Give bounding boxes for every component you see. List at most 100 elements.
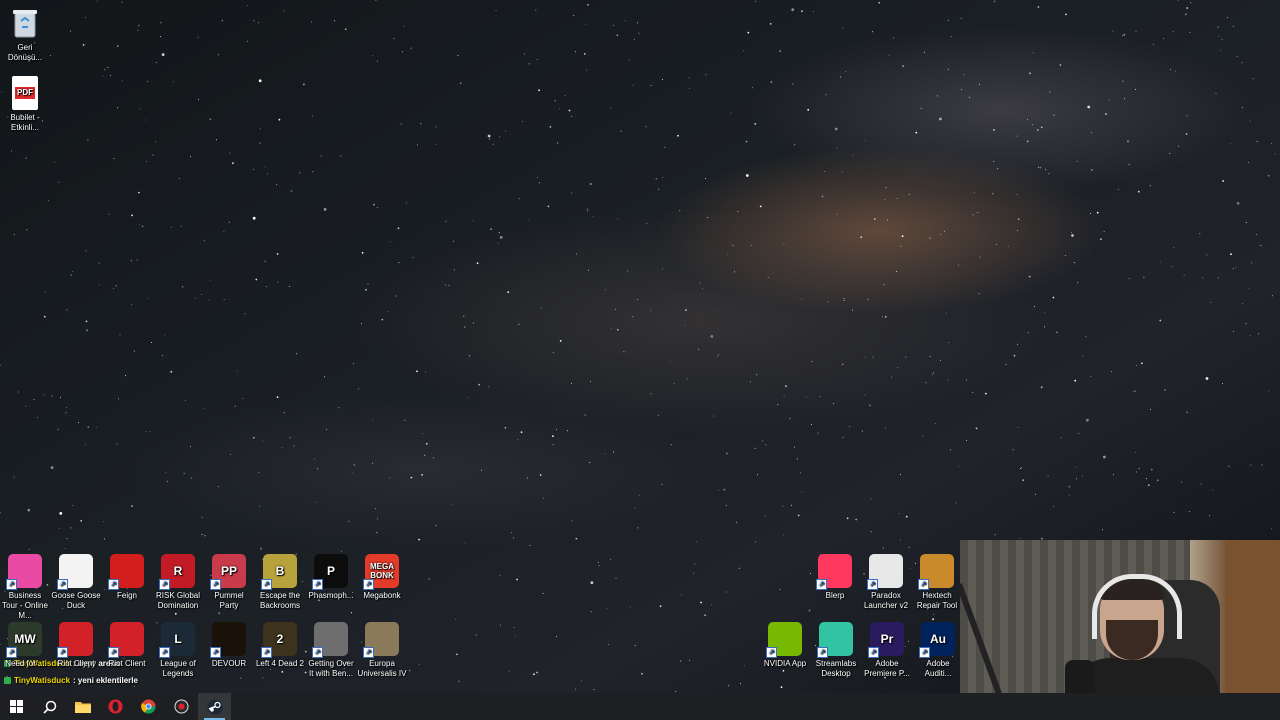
star [115,285,117,287]
desktop-icon-label: Getting Over It with Ben... [308,659,354,678]
star [629,606,631,608]
star [617,218,619,220]
star [901,235,904,238]
star [1013,354,1016,357]
star [404,419,406,421]
star [490,228,492,231]
star [403,25,405,27]
star [190,156,192,157]
desktop-icon-streamlabs[interactable]: ↗ Streamlabs Desktop [811,622,861,679]
desktop-icon-feign[interactable]: ↗ Feign [102,554,152,601]
desktop-icon-europa-universalis[interactable]: ↗ Europa Universalis IV [357,622,407,679]
desktop-icon-getting-over-it[interactable]: ↗ Getting Over It with Ben... [306,622,356,679]
chrome-button[interactable] [132,693,165,720]
star [586,69,587,71]
star [973,192,975,194]
star [801,10,803,13]
star [852,154,854,156]
star [650,310,652,312]
desktop-icon-riot-client[interactable]: ↗ Riot Client [102,622,152,669]
desktop-icon-recycle-bin[interactable]: Geri Dönüşü... [0,6,50,63]
star [451,503,452,505]
desktop-icon-label: Adobe Auditi... [924,659,952,678]
star [50,466,54,469]
star [54,161,55,163]
obs-button[interactable] [165,693,198,720]
star [253,168,255,170]
star [435,143,437,145]
star [1071,232,1073,234]
streamlabs-icon: ↗ [817,622,853,658]
search-button[interactable] [33,693,66,720]
star [770,81,773,83]
desktop-icon-audition[interactable]: Au ↗ Adobe Auditi... [913,622,963,679]
star [799,472,801,474]
desktop-icon-escape-backrooms[interactable]: B ↗ Escape the Backrooms [255,554,305,611]
desktop-icon-megabonk[interactable]: MEGA BONK ↗ Megabonk [357,554,407,601]
star [435,525,437,527]
desktop-icon-pdf-file[interactable]: PDF Bubilet - Etkinli... [0,76,50,133]
chat-badge-icon [4,677,11,684]
desktop-icon-hextech-repair[interactable]: ↗ Hextech Repair Tool [912,554,962,611]
star [677,134,679,137]
desktop-icon-business-tour[interactable]: ↗ Business Tour - Online M... [0,554,50,621]
star [95,426,97,428]
desktop-icon-left4dead2[interactable]: 2 ↗ Left 4 Dead 2 [255,622,305,669]
star [60,396,61,398]
star [673,382,675,384]
star [424,454,426,456]
star [229,453,231,455]
desktop-icon-league-of-legends[interactable]: L ↗ League of Legends [153,622,203,679]
star [82,44,85,46]
star [1133,390,1135,392]
risk-icon: R ↗ [159,554,195,590]
steam-button[interactable] [198,693,231,720]
star [884,316,887,318]
star [1138,468,1140,469]
desktop-icon-goose-goose-duck[interactable]: ↗ Goose Goose Duck [51,554,101,611]
star [575,253,577,255]
star [377,518,379,520]
star [966,439,967,441]
desktop-icon-blerp[interactable]: ↗ Blerp [810,554,860,601]
star [69,30,71,32]
star [295,353,297,355]
star [80,520,83,522]
desktop-icon-pummel-party[interactable]: PP ↗ Pummel Party [204,554,254,611]
star [1220,50,1222,52]
star [540,307,542,309]
desktop-icon-devour[interactable]: ↗ DEVOUR [204,622,254,669]
star [522,120,523,122]
star [264,166,266,168]
desktop-icon-need-for-speed[interactable]: MW ↗ Need for ... [0,622,50,669]
star [947,379,949,381]
star [201,534,203,535]
desktop-icon-nvidia-app[interactable]: ↗ NVIDIA App [760,622,810,669]
star [845,71,847,72]
star [514,635,516,637]
star [513,537,515,539]
desktop-icon-phasmophobia[interactable]: P ↗ Phasmoph... [306,554,356,601]
star [593,689,595,690]
star [409,670,411,672]
icon-badge-text: B [275,563,285,578]
star [624,20,626,22]
star [556,636,557,638]
goose-goose-duck-icon: ↗ [57,554,93,590]
star [290,190,293,193]
star [117,398,119,400]
star [693,572,694,574]
shortcut-arrow-icon: ↗ [57,647,68,658]
start-button[interactable] [0,693,33,720]
star [372,419,374,421]
desktop-icon-riot-client[interactable]: ↗ Riot Client [51,622,101,669]
star [387,311,389,313]
desktop-icon-risk[interactable]: R ↗ RISK Global Domination [153,554,203,611]
file-explorer-button[interactable] [66,693,99,720]
desktop-icon-paradox-launcher[interactable]: ↗ Paradox Launcher v2 [861,554,911,611]
desktop-icon-premiere[interactable]: Pr ↗ Adobe Premiere P... [862,622,912,679]
star [976,212,978,214]
hextech-repair-icon: ↗ [918,554,954,590]
star [433,457,434,459]
opera-button[interactable] [99,693,132,720]
